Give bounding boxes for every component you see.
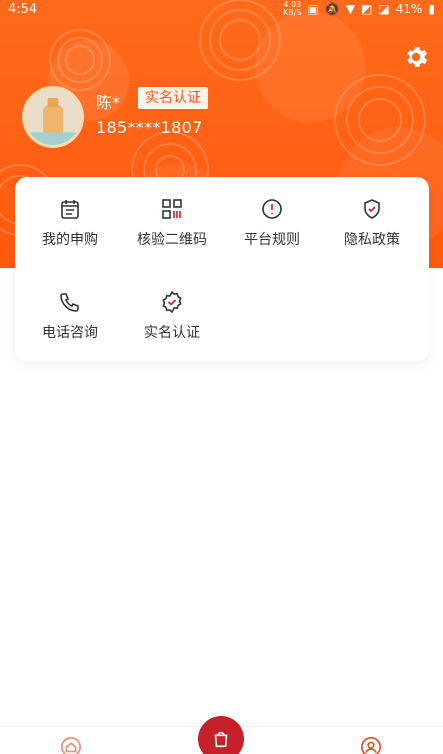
settings-gear-icon[interactable] [402,43,430,71]
menu-item-real-name-auth[interactable]: 实名认证 [122,270,222,350]
menu-item-label: 平台规则 [244,232,300,248]
phone-icon [58,290,82,314]
home-icon[interactable] [60,736,82,754]
avatar-image [25,89,81,145]
avatar[interactable] [22,86,84,148]
user-icon[interactable] [360,736,382,754]
status-bar: 4:54 4.03 KB/S ▣ 🔕 ▼ ◩ ◪ 41% ▮ [0,0,443,18]
alert-circle-icon [260,197,284,221]
signal-icon: ◪ [378,2,390,16]
calendar-icon [58,197,82,221]
battery-icon: ▮ [428,2,435,16]
menu-item-label: 我的申购 [42,232,98,248]
shield-check-icon [360,197,384,221]
verified-badge: 实名认证 [138,87,208,109]
user-name: 陈* [96,93,121,112]
mute-icon: 🔕 [324,2,340,16]
status-time: 4:54 [8,1,38,17]
menu-item-label: 隐私政策 [344,232,400,248]
badge-check-icon [160,290,184,314]
menu-item-label: 核验二维码 [137,232,207,248]
menu-item-my-purchase[interactable]: 我的申购 [20,177,120,257]
menu-item-verify-qrcode[interactable]: 核验二维码 [122,177,222,257]
menu-card: 我的申购 核验二维码 平台规则 隐私政策 电话咨询 实名认证 [15,177,429,361]
menu-item-platform-rules[interactable]: 平台规则 [222,177,322,257]
battery-level: 41% [395,2,423,16]
menu-item-privacy-policy[interactable]: 隐私政策 [322,177,422,257]
shop-bag-icon[interactable] [198,716,244,754]
menu-item-label: 实名认证 [144,325,200,341]
menu-item-label: 电话咨询 [42,325,98,341]
nfc-icon: ▣ [307,2,319,16]
status-icons: 4.03 KB/S ▣ 🔕 ▼ ◩ ◪ 41% ▮ [283,1,435,17]
sim-icon: ◩ [361,2,373,16]
wifi-icon: ▼ [345,2,356,16]
profile-screen: 4:54 4.03 KB/S ▣ 🔕 ▼ ◩ ◪ 41% ▮ 陈* 实名认证 1… [0,0,443,754]
menu-item-phone-consult[interactable]: 电话咨询 [20,270,120,350]
qrcode-icon [160,197,184,221]
network-speed: 4.03 KB/S [282,0,302,17]
user-phone: 185****1807 [96,118,203,137]
